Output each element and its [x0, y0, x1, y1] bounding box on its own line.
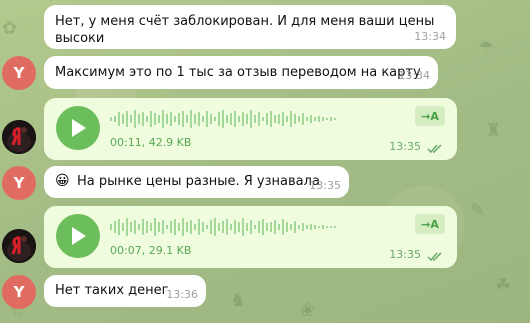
play-icon: [72, 119, 86, 137]
message-text: Максимум это по 1 тыс за отзыв переводом…: [55, 65, 421, 80]
transcribe-icon: →A: [421, 109, 439, 123]
transcribe-button[interactable]: →A: [415, 214, 445, 234]
avatar[interactable]: Y: [2, 275, 36, 309]
play-icon: [72, 227, 86, 245]
message-bubble[interactable]: Максимум это по 1 тыс за отзыв переводом…: [44, 56, 438, 89]
message-time: 13:36: [166, 288, 198, 301]
avatar-letter: Y: [13, 283, 25, 301]
message-time: 13:35: [309, 179, 341, 192]
doodle-icon: ♞: [230, 290, 247, 311]
voice-duration: 00:11, 42.9 KB: [110, 136, 192, 149]
message-time: 13:35: [389, 248, 421, 261]
doodle-icon: ✿: [2, 18, 18, 39]
message-bubble[interactable]: 😀 На рынке цены разные. Я узнавала 13:35: [44, 166, 349, 198]
message-bubble[interactable]: Нет таких денег 13:36: [44, 275, 206, 307]
message-time: 13:34: [398, 69, 430, 82]
voice-message[interactable]: 00:11, 42.9 KB →A 13:35: [44, 98, 457, 160]
play-button[interactable]: [56, 106, 100, 150]
avatar[interactable]: [2, 229, 36, 263]
avatar-letter: Y: [13, 64, 25, 82]
doodle-icon: ♜: [485, 120, 502, 141]
waveform[interactable]: [110, 216, 336, 238]
avatar-letter: Y: [13, 174, 25, 192]
smile-emoji-icon: 😀: [55, 173, 70, 189]
message-text: Нет, у меня счёт заблокирован. И для мен…: [55, 14, 435, 46]
doodle-icon: ✎: [470, 200, 486, 221]
double-check-icon: [427, 252, 442, 262]
avatar-photo-icon: [2, 120, 36, 154]
avatar[interactable]: Y: [2, 166, 36, 200]
message-bubble[interactable]: Нет, у меня счёт заблокирован. И для мен…: [44, 5, 456, 49]
avatar-photo-icon: [2, 229, 36, 263]
doodle-icon: ☘: [495, 275, 512, 296]
double-check-icon: [427, 144, 442, 154]
avatar[interactable]: [2, 120, 36, 154]
message-text: На рынке цены разные. Я узнавала: [77, 174, 320, 189]
avatar[interactable]: Y: [2, 56, 36, 90]
transcribe-button[interactable]: →A: [415, 106, 445, 126]
doodle-icon: ❀: [300, 300, 316, 321]
waveform[interactable]: [110, 108, 336, 130]
transcribe-icon: →A: [421, 217, 439, 231]
message-time: 13:35: [389, 140, 421, 153]
voice-duration: 00:07, 29.1 KB: [110, 244, 192, 257]
play-button[interactable]: [56, 214, 100, 258]
message-time: 13:34: [414, 30, 446, 43]
voice-message[interactable]: 00:07, 29.1 KB →A 13:35: [44, 206, 457, 268]
doodle-icon: ☂: [478, 38, 495, 59]
message-text: Нет таких денег: [55, 283, 169, 298]
